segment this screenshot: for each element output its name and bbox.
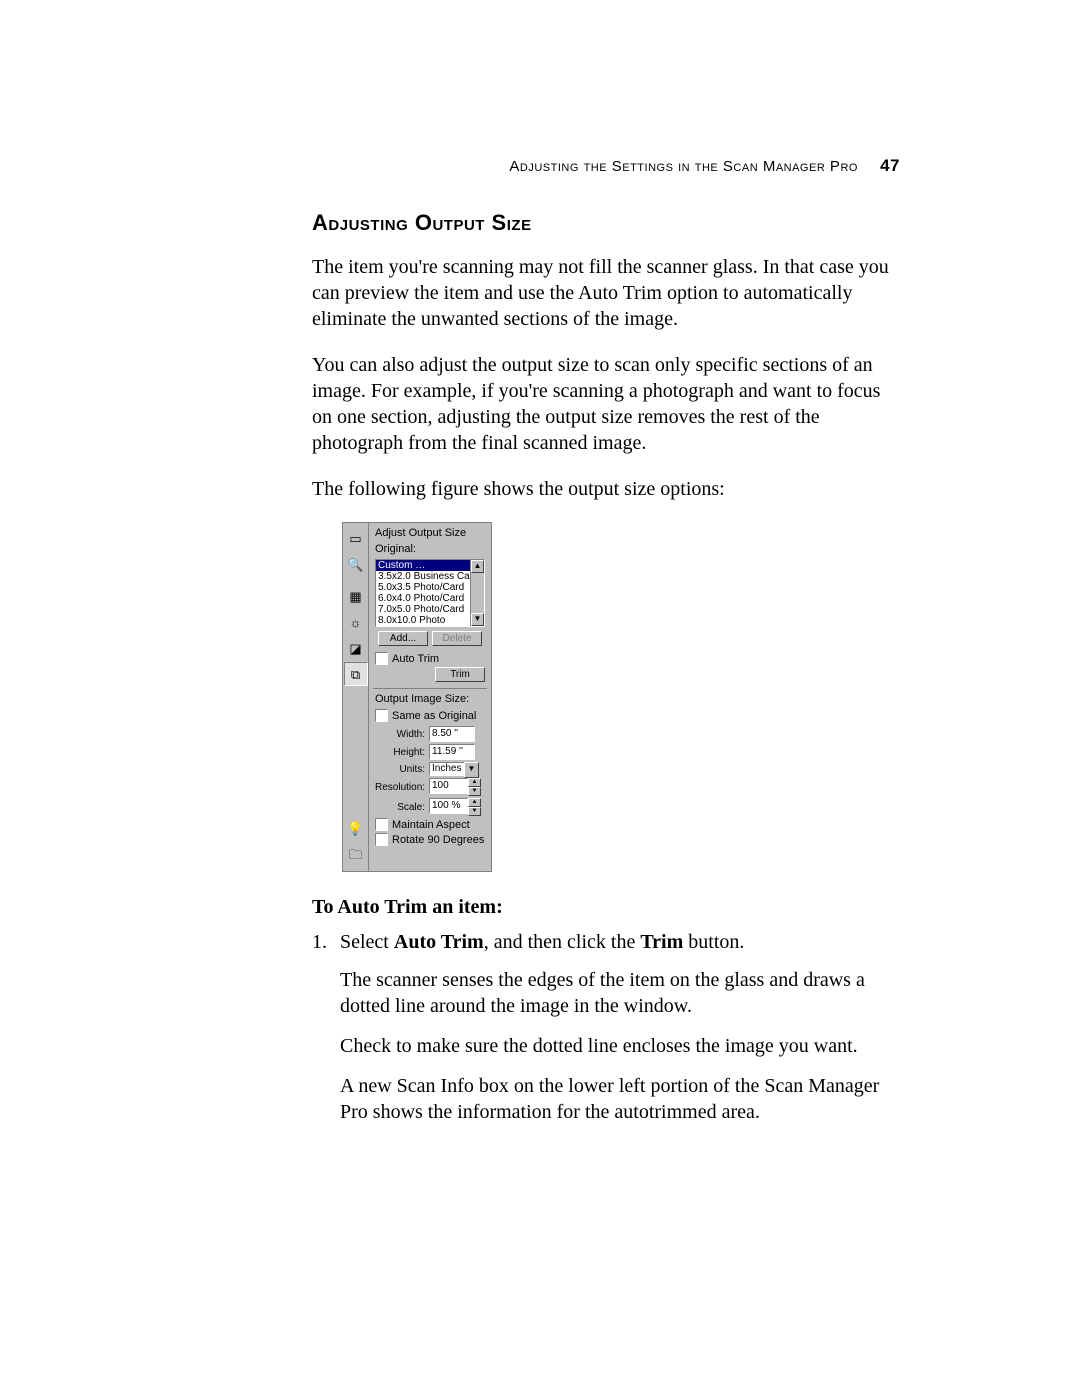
figure-caption-para: The following figure shows the output si… bbox=[312, 476, 902, 502]
list-item[interactable]: 7.0x5.0 Photo/Card bbox=[376, 604, 484, 615]
units-label: Units: bbox=[375, 764, 425, 775]
height-field[interactable]: 11.59 '' bbox=[429, 744, 475, 760]
scan-manager-panel: ▭ 🔍 ▦ ☼ ◪ ⧉ 💡 🗀 Adjust Output Size Origi… bbox=[342, 522, 902, 872]
procedure-subhead: To Auto Trim an item: bbox=[312, 896, 902, 919]
divider bbox=[373, 688, 487, 689]
scroll-up-icon[interactable]: ▲ bbox=[471, 560, 484, 573]
chevron-down-icon[interactable]: ▼ bbox=[464, 762, 479, 778]
step-text: Select Auto Trim, and then click the Tri… bbox=[340, 929, 744, 955]
auto-trim-label: Auto Trim bbox=[392, 653, 439, 665]
scroll-down-icon[interactable]: ▼ bbox=[471, 613, 484, 626]
zoom-tool-icon[interactable]: 🔍 bbox=[344, 552, 368, 576]
step-followups: The scanner senses the edges of the item… bbox=[340, 967, 902, 1125]
same-as-original-checkbox[interactable] bbox=[375, 709, 388, 722]
followup-para: A new Scan Info box on the lower left po… bbox=[340, 1073, 902, 1125]
trim-button[interactable]: Trim bbox=[435, 667, 485, 682]
list-item[interactable]: Custom … bbox=[376, 560, 484, 571]
step-1: 1. Select Auto Trim, and then click the … bbox=[312, 929, 902, 955]
output-size-tool-icon[interactable]: ⧉ bbox=[344, 662, 368, 686]
resolution-value[interactable]: 100 bbox=[429, 778, 468, 794]
scale-stepper[interactable]: 100 % ▲ ▼ bbox=[429, 798, 481, 816]
page-number: 47 bbox=[880, 156, 900, 175]
brightness-tool-icon[interactable]: ☼ bbox=[344, 610, 368, 634]
rotate-90-label: Rotate 90 Degrees bbox=[392, 834, 484, 846]
section-title: Adjusting Output Size bbox=[312, 210, 902, 236]
height-label: Height: bbox=[375, 747, 425, 758]
listbox-scrollbar[interactable]: ▲ ▼ bbox=[470, 560, 484, 626]
running-head-text: Adjusting the Settings in the Scan Manag… bbox=[509, 158, 858, 175]
spin-down-icon[interactable]: ▼ bbox=[468, 787, 481, 796]
scale-value[interactable]: 100 % bbox=[429, 798, 468, 814]
same-as-original-label: Same as Original bbox=[392, 710, 476, 722]
grid-tool-icon[interactable]: ▦ bbox=[344, 584, 368, 608]
list-item[interactable]: 3.5x2.0 Business Card bbox=[376, 571, 484, 582]
step-number: 1. bbox=[312, 929, 340, 955]
levels-tool-icon[interactable]: ◪ bbox=[344, 636, 368, 660]
list-item[interactable]: 6.0x4.0 Photo/Card bbox=[376, 593, 484, 604]
output-size-figure: ▭ 🔍 ▦ ☼ ◪ ⧉ 💡 🗀 Adjust Output Size Origi… bbox=[342, 522, 902, 872]
output-image-size-label: Output Image Size: bbox=[375, 693, 485, 705]
panel-title: Adjust Output Size bbox=[375, 527, 485, 539]
body-column: Adjusting Output Size The item you're sc… bbox=[312, 210, 902, 1139]
auto-trim-checkbox[interactable] bbox=[375, 652, 388, 665]
width-label: Width: bbox=[375, 729, 425, 740]
original-label: Original: bbox=[375, 543, 485, 555]
running-header: Adjusting the Settings in the Scan Manag… bbox=[509, 156, 900, 176]
intro-para-2: You can also adjust the output size to s… bbox=[312, 352, 902, 456]
maintain-aspect-label: Maintain Aspect bbox=[392, 819, 470, 831]
spin-down-icon[interactable]: ▼ bbox=[468, 807, 481, 816]
spin-up-icon[interactable]: ▲ bbox=[468, 778, 481, 787]
units-combobox[interactable]: Inches ▼ bbox=[429, 762, 479, 776]
help-tool-icon[interactable]: 💡 bbox=[344, 816, 368, 840]
width-field[interactable]: 8.50 '' bbox=[429, 726, 475, 742]
list-item[interactable]: 5.0x3.5 Photo/Card bbox=[376, 582, 484, 593]
intro-para-1: The item you're scanning may not fill th… bbox=[312, 254, 902, 332]
resolution-stepper[interactable]: 100 ▲ ▼ bbox=[429, 778, 481, 796]
adjust-output-size-sheet: Adjust Output Size Original: Custom … 3.… bbox=[368, 522, 492, 872]
delete-button[interactable]: Delete bbox=[432, 631, 482, 646]
left-toolstrip: ▭ 🔍 ▦ ☼ ◪ ⧉ 💡 🗀 bbox=[342, 522, 368, 872]
list-item[interactable]: 8.0x10.0 Photo bbox=[376, 615, 484, 626]
followup-para: The scanner senses the edges of the item… bbox=[340, 967, 902, 1019]
crop-tool-icon[interactable]: ▭ bbox=[344, 526, 368, 550]
scale-label: Scale: bbox=[375, 802, 425, 813]
maintain-aspect-checkbox[interactable] bbox=[375, 818, 388, 831]
add-button[interactable]: Add... bbox=[378, 631, 428, 646]
original-size-listbox[interactable]: Custom … 3.5x2.0 Business Card 5.0x3.5 P… bbox=[375, 559, 485, 627]
resolution-label: Resolution: bbox=[375, 782, 425, 793]
list-item[interactable]: 8.5x11.0 US Letter bbox=[376, 626, 484, 627]
spin-up-icon[interactable]: ▲ bbox=[468, 798, 481, 807]
prefs-tool-icon[interactable]: 🗀 bbox=[344, 842, 368, 866]
followup-para: Check to make sure the dotted line enclo… bbox=[340, 1033, 902, 1059]
rotate-90-checkbox[interactable] bbox=[375, 833, 388, 846]
